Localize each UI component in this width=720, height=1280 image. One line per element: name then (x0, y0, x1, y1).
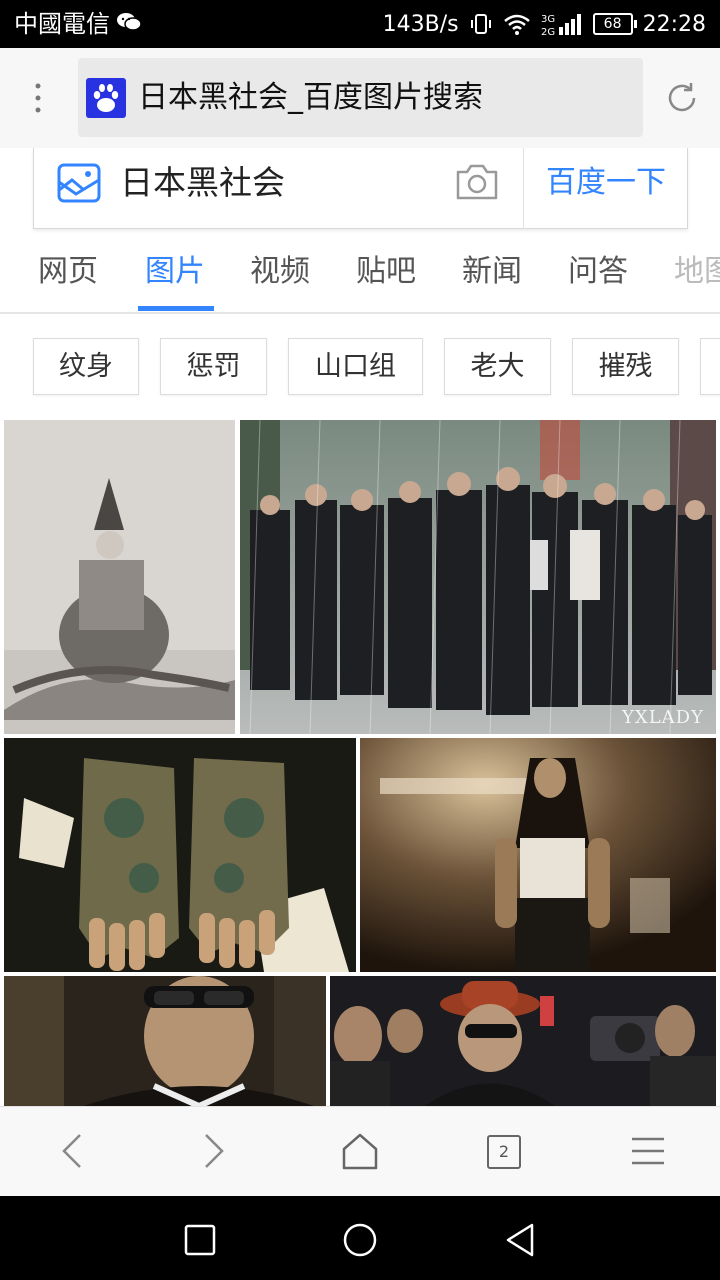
tab-video[interactable]: 视频 (250, 252, 310, 292)
svg-text:3G: 3G (541, 14, 555, 25)
nav-square-icon[interactable] (180, 1220, 220, 1260)
result-image[interactable] (360, 738, 716, 972)
image-watermark: YXLADY (622, 707, 704, 728)
system-nav-bar (0, 1196, 720, 1280)
result-image[interactable] (4, 420, 235, 734)
baidu-paw-icon (86, 78, 126, 118)
tag-chip[interactable]: 摧残 (572, 338, 679, 395)
tab-images[interactable]: 图片 (145, 252, 205, 292)
result-image[interactable] (4, 738, 356, 972)
tab-tieba[interactable]: 贴吧 (356, 252, 416, 292)
page-title: 日本黑社会_百度图片搜索 (138, 80, 483, 115)
tag-chip-partial[interactable] (700, 338, 720, 395)
image-icon (57, 163, 101, 203)
vibrate-icon (470, 14, 491, 34)
tag-chip[interactable]: 老大 (444, 338, 551, 395)
related-tags: 纹身 惩罚 山口组 老大 摧残 (0, 314, 720, 418)
tag-chip[interactable]: 纹身 (33, 338, 139, 395)
image-results-grid: YXLADY (0, 418, 720, 1106)
browser-toolbar: 2 (0, 1106, 720, 1196)
tag-chip[interactable]: 山口组 (288, 338, 423, 395)
more-dots-icon[interactable] (26, 78, 50, 118)
search-input[interactable]: 日本黑社会 (120, 160, 285, 206)
clock: 22:28 (642, 11, 706, 37)
result-image[interactable] (330, 976, 716, 1106)
network-speed: 143B/s (382, 11, 459, 37)
search-box: 日本黑社会 百度一下 (33, 148, 688, 229)
tab-web[interactable]: 网页 (38, 252, 98, 292)
refresh-icon[interactable] (664, 80, 700, 116)
nav-circle-icon[interactable] (340, 1220, 380, 1260)
tab-map[interactable]: 地图 (674, 252, 720, 292)
carrier-name: 中國電信 (14, 10, 110, 38)
browser-address-bar: 日本黑社会_百度图片搜索 (0, 48, 720, 148)
home-icon[interactable] (336, 1131, 384, 1171)
status-bar: 中國電信 143B/s 3G 2G 68 22:28 (0, 0, 720, 48)
url-field[interactable]: 日本黑社会_百度图片搜索 (78, 58, 643, 137)
tab-qa[interactable]: 问答 (568, 252, 628, 292)
tag-chip[interactable]: 惩罚 (160, 338, 267, 395)
result-image[interactable]: YXLADY (240, 420, 716, 734)
active-tab-indicator (138, 306, 214, 311)
category-tabs: 网页 图片 视频 贴吧 新闻 问答 地图 (0, 232, 720, 314)
search-button[interactable]: 百度一下 (524, 148, 688, 229)
wifi-icon (503, 14, 530, 35)
signal-icon: 3G 2G (541, 14, 581, 37)
tab-count-button[interactable]: 2 (487, 1135, 521, 1169)
wechat-icon (117, 13, 142, 31)
camera-icon[interactable] (454, 162, 500, 202)
back-icon[interactable] (48, 1131, 96, 1171)
menu-icon[interactable] (624, 1131, 672, 1171)
result-image[interactable] (4, 976, 326, 1106)
nav-triangle-icon[interactable] (500, 1220, 540, 1260)
tab-news[interactable]: 新闻 (462, 252, 522, 292)
battery-icon: 68 (592, 13, 637, 35)
svg-text:2G: 2G (541, 27, 555, 37)
forward-icon[interactable] (190, 1131, 238, 1171)
